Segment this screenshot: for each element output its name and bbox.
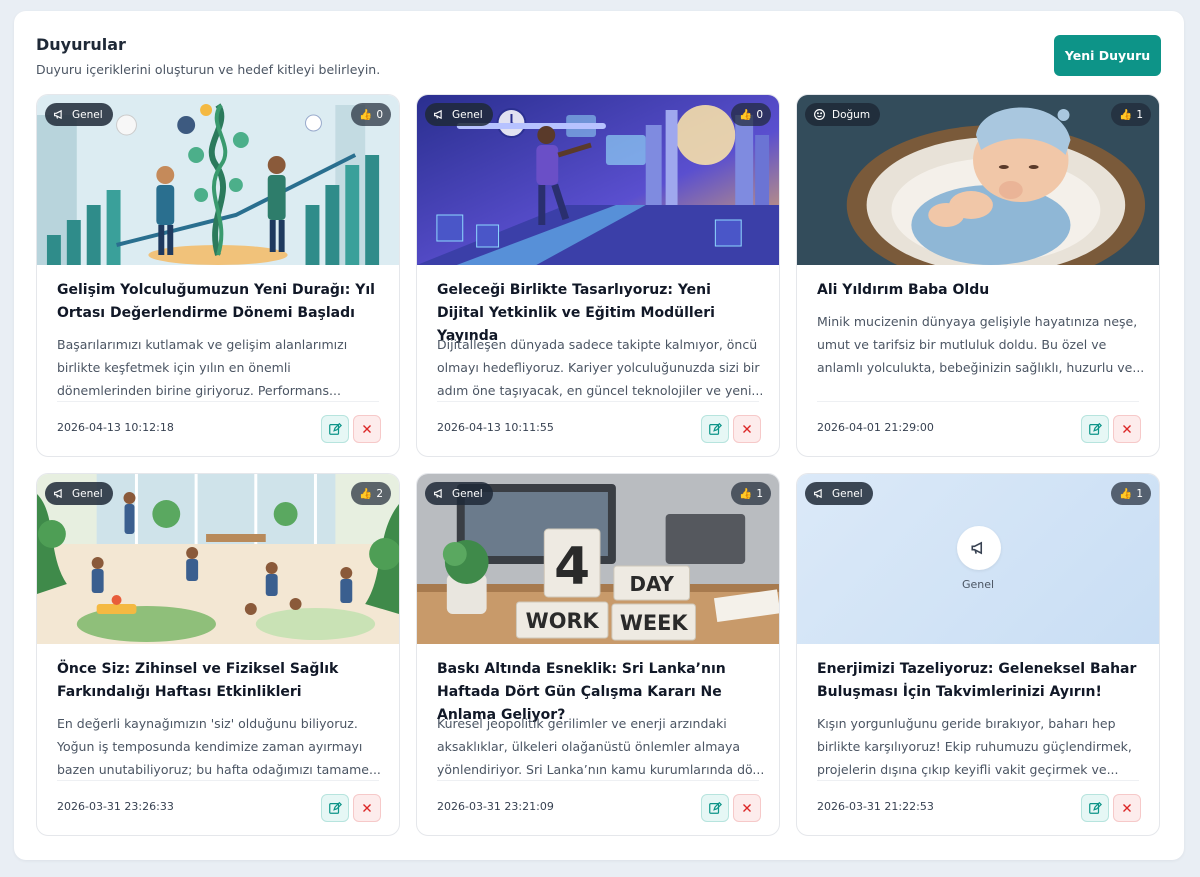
- thumbs-up-icon: 👍: [739, 488, 753, 500]
- card-date: 2026-04-13 10:12:18: [57, 421, 174, 434]
- like-counter[interactable]: 👍 1: [1111, 103, 1151, 126]
- edit-icon: [1089, 422, 1102, 435]
- card-image: Genel 👍 0: [417, 95, 779, 265]
- card-date: 2026-04-13 10:11:55: [437, 421, 554, 434]
- megaphone-icon: [971, 541, 983, 555]
- delete-button[interactable]: [733, 794, 761, 822]
- edit-button[interactable]: [1081, 415, 1109, 443]
- edit-button[interactable]: [321, 415, 349, 443]
- edit-button[interactable]: [701, 415, 729, 443]
- card-image: 4 DAY WORK WEEK Genel 👍 1: [417, 474, 779, 644]
- thumbs-up-icon: 👍: [359, 109, 373, 121]
- category-badge: Genel: [805, 482, 873, 505]
- like-counter[interactable]: 👍 0: [351, 103, 391, 126]
- card-date: 2026-03-31 21:22:53: [817, 800, 934, 813]
- category-badge: Genel: [425, 103, 493, 126]
- page-subtitle: Duyuru içeriklerini oluşturun ve hedef k…: [36, 62, 381, 77]
- card-divider: [817, 780, 1139, 781]
- close-icon: [1123, 425, 1131, 433]
- close-icon: [1123, 804, 1131, 812]
- card-image: Genel 👍 2: [37, 474, 399, 644]
- edit-icon: [709, 801, 722, 814]
- edit-icon: [1089, 801, 1102, 814]
- delete-button[interactable]: [1113, 415, 1141, 443]
- new-announcement-button[interactable]: Yeni Duyuru: [1054, 35, 1161, 76]
- card-description: En değerli kaynağımızın 'siz' olduğunu b…: [57, 716, 381, 777]
- card-date: 2026-04-01 21:29:00: [817, 421, 934, 434]
- megaphone-icon: [814, 488, 822, 499]
- megaphone-icon: [54, 488, 62, 499]
- close-icon: [363, 425, 371, 433]
- like-counter[interactable]: 👍 1: [731, 482, 771, 505]
- announcement-card[interactable]: Genel 👍 0 Geleceği Birlikte Tasarlıyoruz…: [416, 94, 780, 457]
- category-badge: Genel: [45, 482, 113, 505]
- close-icon: [363, 804, 371, 812]
- cube-day-text: DAY: [630, 572, 675, 596]
- card-date: 2026-03-31 23:26:33: [57, 800, 174, 813]
- card-divider: [57, 401, 379, 402]
- category-badge: Genel: [425, 482, 493, 505]
- category-badge: Genel: [45, 103, 113, 126]
- edit-icon: [329, 422, 342, 435]
- close-icon: [743, 804, 751, 812]
- card-date: 2026-03-31 23:21:09: [437, 800, 554, 813]
- card-description: Dijitalleşen dünyada sadece takipte kalm…: [437, 337, 764, 398]
- card-description: Başarılarımızı kutlamak ve gelişim alanl…: [57, 337, 348, 398]
- announcement-card[interactable]: Genel Genel 👍 1 Enerjimizi Tazeliyoruz: …: [796, 473, 1160, 836]
- delete-button[interactable]: [733, 415, 761, 443]
- thumbs-up-icon: 👍: [359, 488, 373, 500]
- megaphone-icon: [434, 488, 442, 499]
- card-divider: [817, 401, 1139, 402]
- like-counter[interactable]: 👍 0: [731, 103, 771, 126]
- card-description: Küresel jeopolitik gerilimler ve enerji …: [437, 716, 765, 777]
- edit-button[interactable]: [1081, 794, 1109, 822]
- thumbs-up-icon: 👍: [1119, 488, 1133, 500]
- category-badge: Doğum: [805, 103, 881, 126]
- like-counter[interactable]: 👍 2: [351, 482, 391, 505]
- card-divider: [437, 780, 759, 781]
- cube-work-text: WORK: [526, 609, 600, 633]
- delete-button[interactable]: [353, 794, 381, 822]
- cube-number: 4: [554, 537, 590, 597]
- thumbs-up-icon: 👍: [1119, 109, 1133, 121]
- delete-button[interactable]: [1113, 794, 1141, 822]
- announcement-card[interactable]: 4 DAY WORK WEEK Genel 👍 1 Baskı Altında …: [416, 473, 780, 836]
- card-description: Minik mucizenin dünyaya gelişiyle hayatı…: [817, 314, 1145, 375]
- card-image: Genel 👍 0: [37, 95, 399, 265]
- card-title: Önce Siz: Zihinsel ve Fiziksel Sağlık Fa…: [57, 661, 339, 700]
- thumbs-up-icon: 👍: [739, 109, 753, 121]
- card-description: Kışın yorgunluğunu geride bırakıyor, bah…: [817, 716, 1132, 777]
- page-title: Duyurular: [36, 35, 126, 54]
- megaphone-icon: [434, 109, 442, 120]
- card-divider: [437, 401, 759, 402]
- megaphone-icon: [54, 109, 62, 120]
- close-icon: [743, 425, 751, 433]
- edit-icon: [709, 422, 722, 435]
- card-divider: [57, 780, 379, 781]
- announcements-panel: Duyurular Duyuru içeriklerini oluşturun …: [14, 11, 1184, 860]
- placeholder-label: Genel: [961, 578, 995, 591]
- cube-week-text: WEEK: [620, 611, 689, 635]
- announcement-card[interactable]: Genel 👍 0 Gelişim Yolculuğumuzun Yeni Du…: [36, 94, 400, 457]
- like-counter[interactable]: 👍 1: [1111, 482, 1151, 505]
- card-title: Ali Yıldırım Baba Oldu: [817, 282, 990, 298]
- edit-button[interactable]: [701, 794, 729, 822]
- smile-icon: [814, 109, 825, 120]
- edit-button[interactable]: [321, 794, 349, 822]
- delete-button[interactable]: [353, 415, 381, 443]
- announcement-grid: Genel 👍 0 Gelişim Yolculuğumuzun Yeni Du…: [36, 94, 1162, 836]
- card-title: Enerjimizi Tazeliyoruz: Geleneksel Bahar…: [817, 661, 1137, 700]
- card-title: Gelişim Yolculuğumuzun Yeni Durağı: Yıl …: [57, 282, 375, 321]
- placeholder-icon-circle: [957, 526, 1001, 570]
- announcement-card[interactable]: Genel 👍 2 Önce Siz: Zihinsel ve Fiziksel…: [36, 473, 400, 836]
- edit-icon: [329, 801, 342, 814]
- card-image: Doğum 👍 1: [797, 95, 1159, 265]
- card-image-placeholder: Genel Genel 👍 1: [797, 474, 1159, 644]
- announcement-card[interactable]: Doğum 👍 1 Ali Yıldırım Baba Oldu Minik m…: [796, 94, 1160, 457]
